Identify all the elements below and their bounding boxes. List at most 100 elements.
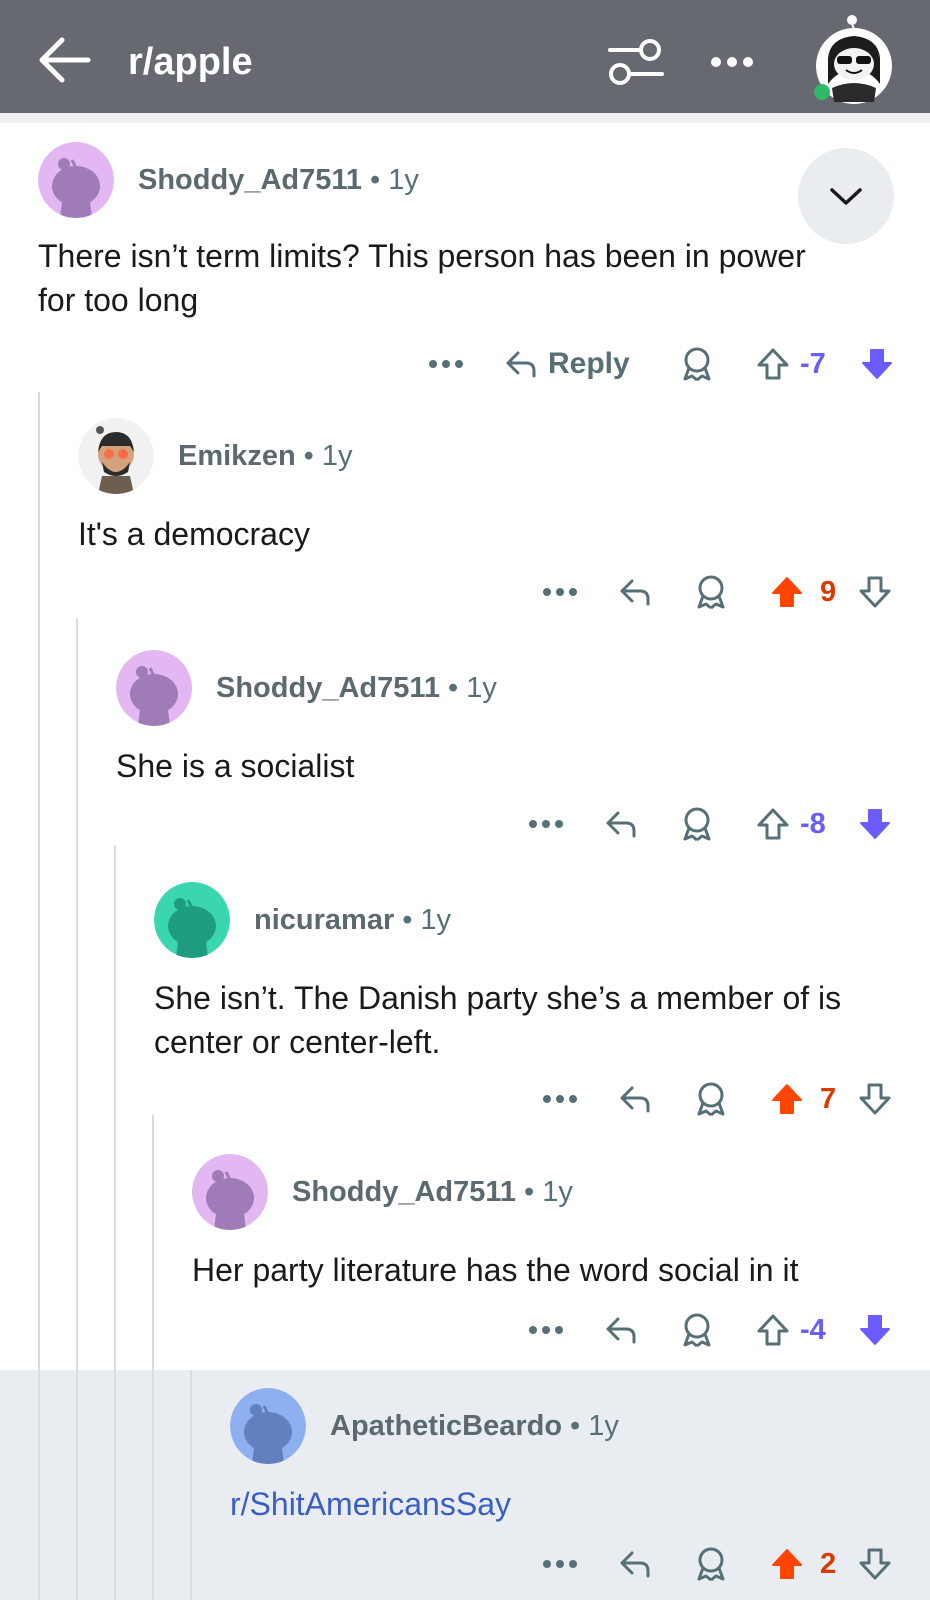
- comment-body: Her party literature has the word social…: [192, 1252, 799, 1288]
- collapse-thread-button[interactable]: [798, 148, 894, 244]
- comment-meta: nicuramar • 1y: [254, 902, 451, 938]
- vote-score: 7: [820, 1075, 836, 1123]
- avatar[interactable]: [192, 1154, 268, 1230]
- score-value: -7: [800, 347, 826, 380]
- upvote-icon[interactable]: [756, 800, 790, 848]
- comment-author[interactable]: Shoddy_Ad7511: [292, 1176, 516, 1208]
- comment-body: It's a democracy: [78, 516, 310, 552]
- separator: •: [370, 164, 381, 196]
- upvote-icon[interactable]: [770, 1540, 804, 1588]
- comment-actions: 7: [0, 1075, 930, 1123]
- thread-line: [114, 845, 116, 1600]
- comment-meta: Shoddy_Ad7511 • 1y: [292, 1174, 573, 1210]
- reply-icon[interactable]: [618, 1540, 652, 1588]
- comment-actions: -4: [0, 1306, 930, 1354]
- comment-author[interactable]: Shoddy_Ad7511: [216, 672, 440, 704]
- vote-score: -7: [800, 340, 826, 388]
- snoo-avatar-icon: [78, 418, 154, 494]
- vote-score: -8: [800, 800, 826, 848]
- header-divider: [0, 113, 930, 123]
- more-options-icon[interactable]: [528, 1306, 564, 1354]
- comment-author[interactable]: Shoddy_Ad7511: [138, 164, 362, 196]
- reply-button[interactable]: Reply: [504, 340, 630, 388]
- downvote-icon[interactable]: [858, 1540, 892, 1588]
- thread-line: [152, 1115, 154, 1600]
- award-icon[interactable]: [680, 800, 714, 848]
- upvote-icon[interactable]: [756, 1306, 790, 1354]
- snoo-avatar-icon: [230, 1388, 306, 1464]
- user-avatar-icon[interactable]: [810, 14, 898, 106]
- top-bar: r/apple: [0, 0, 930, 113]
- more-options-icon[interactable]: [428, 340, 464, 388]
- avatar[interactable]: [116, 650, 192, 726]
- back-arrow-icon[interactable]: [36, 34, 92, 86]
- award-icon[interactable]: [694, 1540, 728, 1588]
- reply-icon[interactable]: [604, 800, 638, 848]
- avatar[interactable]: [38, 142, 114, 218]
- downvote-icon[interactable]: [858, 568, 892, 616]
- award-icon[interactable]: [694, 1075, 728, 1123]
- more-options-icon[interactable]: [542, 1075, 578, 1123]
- award-icon[interactable]: [680, 1306, 714, 1354]
- comment-author[interactable]: nicuramar: [254, 904, 394, 936]
- award-icon[interactable]: [694, 568, 728, 616]
- separator: •: [524, 1176, 535, 1208]
- reply-icon[interactable]: [618, 568, 652, 616]
- comment-body: She is a socialist: [116, 748, 355, 784]
- upvote-icon[interactable]: [770, 568, 804, 616]
- avatar[interactable]: [78, 418, 154, 494]
- subreddit-title[interactable]: r/apple: [128, 38, 253, 86]
- more-options-icon[interactable]: [542, 1540, 578, 1588]
- comment-body: She isn’t. The Danish party she’s a memb…: [154, 980, 842, 1060]
- reply-icon[interactable]: [618, 1075, 652, 1123]
- comment-age: 1y: [321, 440, 353, 472]
- snoo-avatar-icon: [116, 650, 192, 726]
- score-value: -8: [800, 807, 826, 840]
- upvote-icon[interactable]: [770, 1075, 804, 1123]
- comment-age: 1y: [388, 164, 419, 196]
- score-value: -4: [800, 1313, 826, 1346]
- vote-score: 2: [820, 1540, 836, 1588]
- snoo-avatar-icon: [154, 882, 230, 958]
- comment-age: 1y: [542, 1176, 573, 1208]
- chevron-down-icon: [830, 188, 862, 205]
- more-options-icon[interactable]: [542, 568, 578, 616]
- avatar[interactable]: [230, 1388, 306, 1464]
- comment-actions: 2: [0, 1540, 930, 1588]
- comment-actions: -8: [0, 800, 930, 848]
- avatar[interactable]: [154, 882, 230, 958]
- comment-author[interactable]: ApatheticBeardo: [330, 1410, 562, 1442]
- separator: •: [402, 904, 413, 936]
- comment-meta: Shoddy_Ad7511 • 1y: [138, 162, 419, 198]
- score-value: 9: [820, 575, 837, 608]
- vote-score: 9: [820, 568, 836, 616]
- vote-score: -4: [800, 1306, 826, 1354]
- separator: •: [570, 1410, 581, 1442]
- comment-age: 1y: [466, 672, 497, 704]
- award-icon[interactable]: [680, 340, 714, 388]
- snoo-avatar-icon: [38, 142, 114, 218]
- downvote-icon[interactable]: [860, 340, 894, 388]
- upvote-icon[interactable]: [756, 340, 790, 388]
- comment-age: 1y: [588, 1410, 619, 1442]
- comment-author[interactable]: Emikzen: [178, 440, 296, 472]
- reply-label: Reply: [548, 347, 630, 380]
- subreddit-link[interactable]: r/ShitAmericansSay: [230, 1482, 890, 1526]
- separator: •: [448, 672, 459, 704]
- comment-meta: Shoddy_Ad7511 • 1y: [216, 670, 497, 706]
- more-options-icon[interactable]: [528, 800, 564, 848]
- comment-age: 1y: [420, 904, 452, 936]
- downvote-icon[interactable]: [858, 1306, 892, 1354]
- comment-actions: Reply -7: [0, 340, 930, 388]
- comment-actions: 9: [0, 568, 930, 616]
- comment-body: There isn’t term limits? This person has…: [38, 238, 806, 318]
- downvote-icon[interactable]: [858, 800, 892, 848]
- sort-filter-icon[interactable]: [606, 38, 666, 86]
- reply-icon[interactable]: [604, 1306, 638, 1354]
- score-value: 7: [820, 1082, 837, 1115]
- more-options-icon[interactable]: [708, 38, 756, 86]
- comment-meta: ApatheticBeardo • 1y: [330, 1408, 619, 1444]
- downvote-icon[interactable]: [858, 1075, 892, 1123]
- reply-icon: [506, 351, 536, 378]
- comment-meta: Emikzen • 1y: [178, 438, 352, 474]
